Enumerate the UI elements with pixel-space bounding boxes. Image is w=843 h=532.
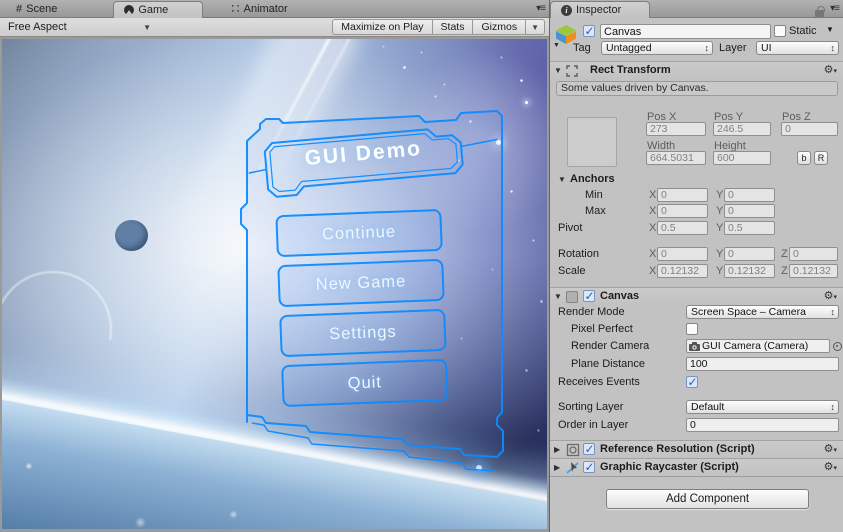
inspector-panel: i Inspector ▾≡ ▼ Static ▼ Tag Untagged ↕… [549,0,843,532]
gameobject-name-field[interactable] [600,24,771,39]
gear-icon[interactable]: ⚙▾ [824,460,837,473]
height-field[interactable]: 600 [713,151,771,165]
game-toolbar: Free Aspect ▼ Maximize on Play Stats Giz… [0,18,549,37]
sorting-layer-dropdown[interactable]: Default ↕ [686,400,839,414]
aspect-dropdown[interactable]: Free Aspect ▼ [0,18,165,36]
gizmos-dropdown-arrow[interactable]: ▼ [525,19,545,35]
scene-icon: # [16,2,23,15]
raw-edit-mode-button[interactable]: R [814,151,828,165]
updown-icon: ↕ [704,43,710,53]
rect-transform-header[interactable]: ▼ Rect Transform ⚙▾ [550,61,843,79]
pivot-y-field[interactable]: 0.5 [724,221,775,235]
animator-icon: ∷ [231,0,240,16]
tab-animator[interactable]: ∷ Animator [221,0,297,17]
render-camera-object-field[interactable]: GUI Camera (Camera) [686,339,830,353]
layer-label: Layer [719,42,747,54]
scale-x-field[interactable]: 0.12132 [657,264,708,278]
blueprint-mode-button[interactable]: b [797,151,811,165]
foldout-collapsed-icon[interactable]: ▶ [554,445,564,454]
anchor-min-x-field[interactable]: 0 [657,188,708,202]
game-panel: # Scene Game ∷ Animator ▾≡ Free Aspect ▼… [0,0,549,532]
foldout-icon[interactable]: ▼ [554,292,564,301]
updown-icon: ↕ [830,307,836,317]
graphic-raycaster-icon [566,462,579,474]
canvas-enabled-checkbox[interactable] [583,289,595,303]
scale-y-field[interactable]: 0.12132 [724,264,775,278]
canvas-icon [566,291,578,303]
game-viewport-frame: GUI Demo Continue New Game Settings Quit [0,37,549,532]
panel-menu-icon[interactable]: ▾≡ [536,3,546,14]
gameobject-enabled-checkbox[interactable] [583,24,595,38]
maximize-on-play-button[interactable]: Maximize on Play [332,19,432,35]
gear-icon[interactable]: ⚙▾ [824,442,837,455]
chevron-down-icon: ▼ [143,22,151,32]
pos-y-field[interactable]: 246.5 [713,122,771,136]
reference-resolution-checkbox[interactable] [583,442,595,456]
object-picker-icon[interactable] [833,342,842,351]
gear-icon[interactable]: ⚙▾ [824,289,837,302]
game-icon [124,5,135,15]
tab-scene[interactable]: # Scene [6,0,67,17]
camera-icon [689,342,700,351]
tab-scene-label: Scene [26,2,58,15]
rotation-z-field[interactable]: 0 [789,247,838,261]
pivot-x-field[interactable]: 0.5 [657,221,708,235]
aspect-label: Free Aspect [8,21,67,33]
reference-resolution-icon [566,443,580,457]
rect-transform-icon [566,65,578,77]
anchor-max-x-field[interactable]: 0 [657,204,708,218]
render-mode-dropdown[interactable]: Screen Space – Camera ↕ [686,305,839,319]
scale-z-field[interactable]: 0.12132 [789,264,838,278]
quit-button[interactable]: Quit [282,360,447,406]
canvas-component-header[interactable]: ▼ Canvas ⚙▾ [550,287,843,305]
add-component-button[interactable]: Add Component [606,489,809,509]
rotation-x-field[interactable]: 0 [657,247,708,261]
pixel-perfect-checkbox[interactable] [686,323,698,335]
updown-icon: ↕ [830,402,836,412]
inspector-menu-icon[interactable]: ▾≡ [830,3,840,14]
info-icon: i [561,4,572,16]
gear-icon[interactable]: ⚙▾ [824,63,837,76]
tab-animator-label: Animator [243,2,288,15]
tab-inspector-label: Inspector [576,4,622,16]
pos-x-field[interactable]: 273 [646,122,706,136]
static-label: Static [789,25,817,37]
order-in-layer-field[interactable]: 0 [686,418,839,432]
continue-button[interactable]: Continue [276,210,441,256]
gizmos-button[interactable]: Gizmos [472,19,526,35]
updown-icon: ↕ [830,43,836,53]
graphic-raycaster-checkbox[interactable] [583,460,595,474]
foldout-collapsed-icon[interactable]: ▶ [554,463,564,472]
reference-resolution-header[interactable]: ▶ Reference Resolution (Script) ⚙▾ [550,440,843,458]
stats-button[interactable]: Stats [431,19,473,35]
tab-game[interactable]: Game [113,1,204,18]
anchors-foldout-icon[interactable]: ▼ [558,175,568,184]
tab-inspector[interactable]: i Inspector [550,1,650,18]
foldout-icon[interactable]: ▼ [554,66,564,75]
layer-dropdown[interactable]: UI ↕ [756,41,839,55]
pos-z-field[interactable]: 0 [781,122,838,136]
static-checkbox[interactable] [774,25,786,37]
plane-distance-field[interactable]: 100 [686,357,839,371]
inspector-tabstrip: i Inspector ▾≡ [550,0,843,18]
new-game-button[interactable]: New Game [278,260,443,306]
tag-dropdown[interactable]: Untagged ↕ [601,41,713,55]
graphic-raycaster-header[interactable]: ▶ Graphic Raycaster (Script) ⚙▾ [550,458,843,476]
rotation-y-field[interactable]: 0 [724,247,775,261]
anchor-min-y-field[interactable]: 0 [724,188,775,202]
tag-label: Tag [573,42,591,54]
receives-events-checkbox[interactable] [686,375,698,389]
left-tabstrip: # Scene Game ∷ Animator ▾≡ [0,0,549,18]
anchor-max-y-field[interactable]: 0 [724,204,775,218]
static-dropdown-arrow[interactable]: ▼ [826,25,834,34]
game-view: GUI Demo Continue New Game Settings Quit [2,39,547,529]
settings-button[interactable]: Settings [280,310,445,356]
driven-warning: Some values driven by Canvas. [556,81,838,96]
tab-game-label: Game [138,4,169,16]
lock-icon[interactable] [815,6,825,17]
width-field[interactable]: 664.5031 [646,151,706,165]
